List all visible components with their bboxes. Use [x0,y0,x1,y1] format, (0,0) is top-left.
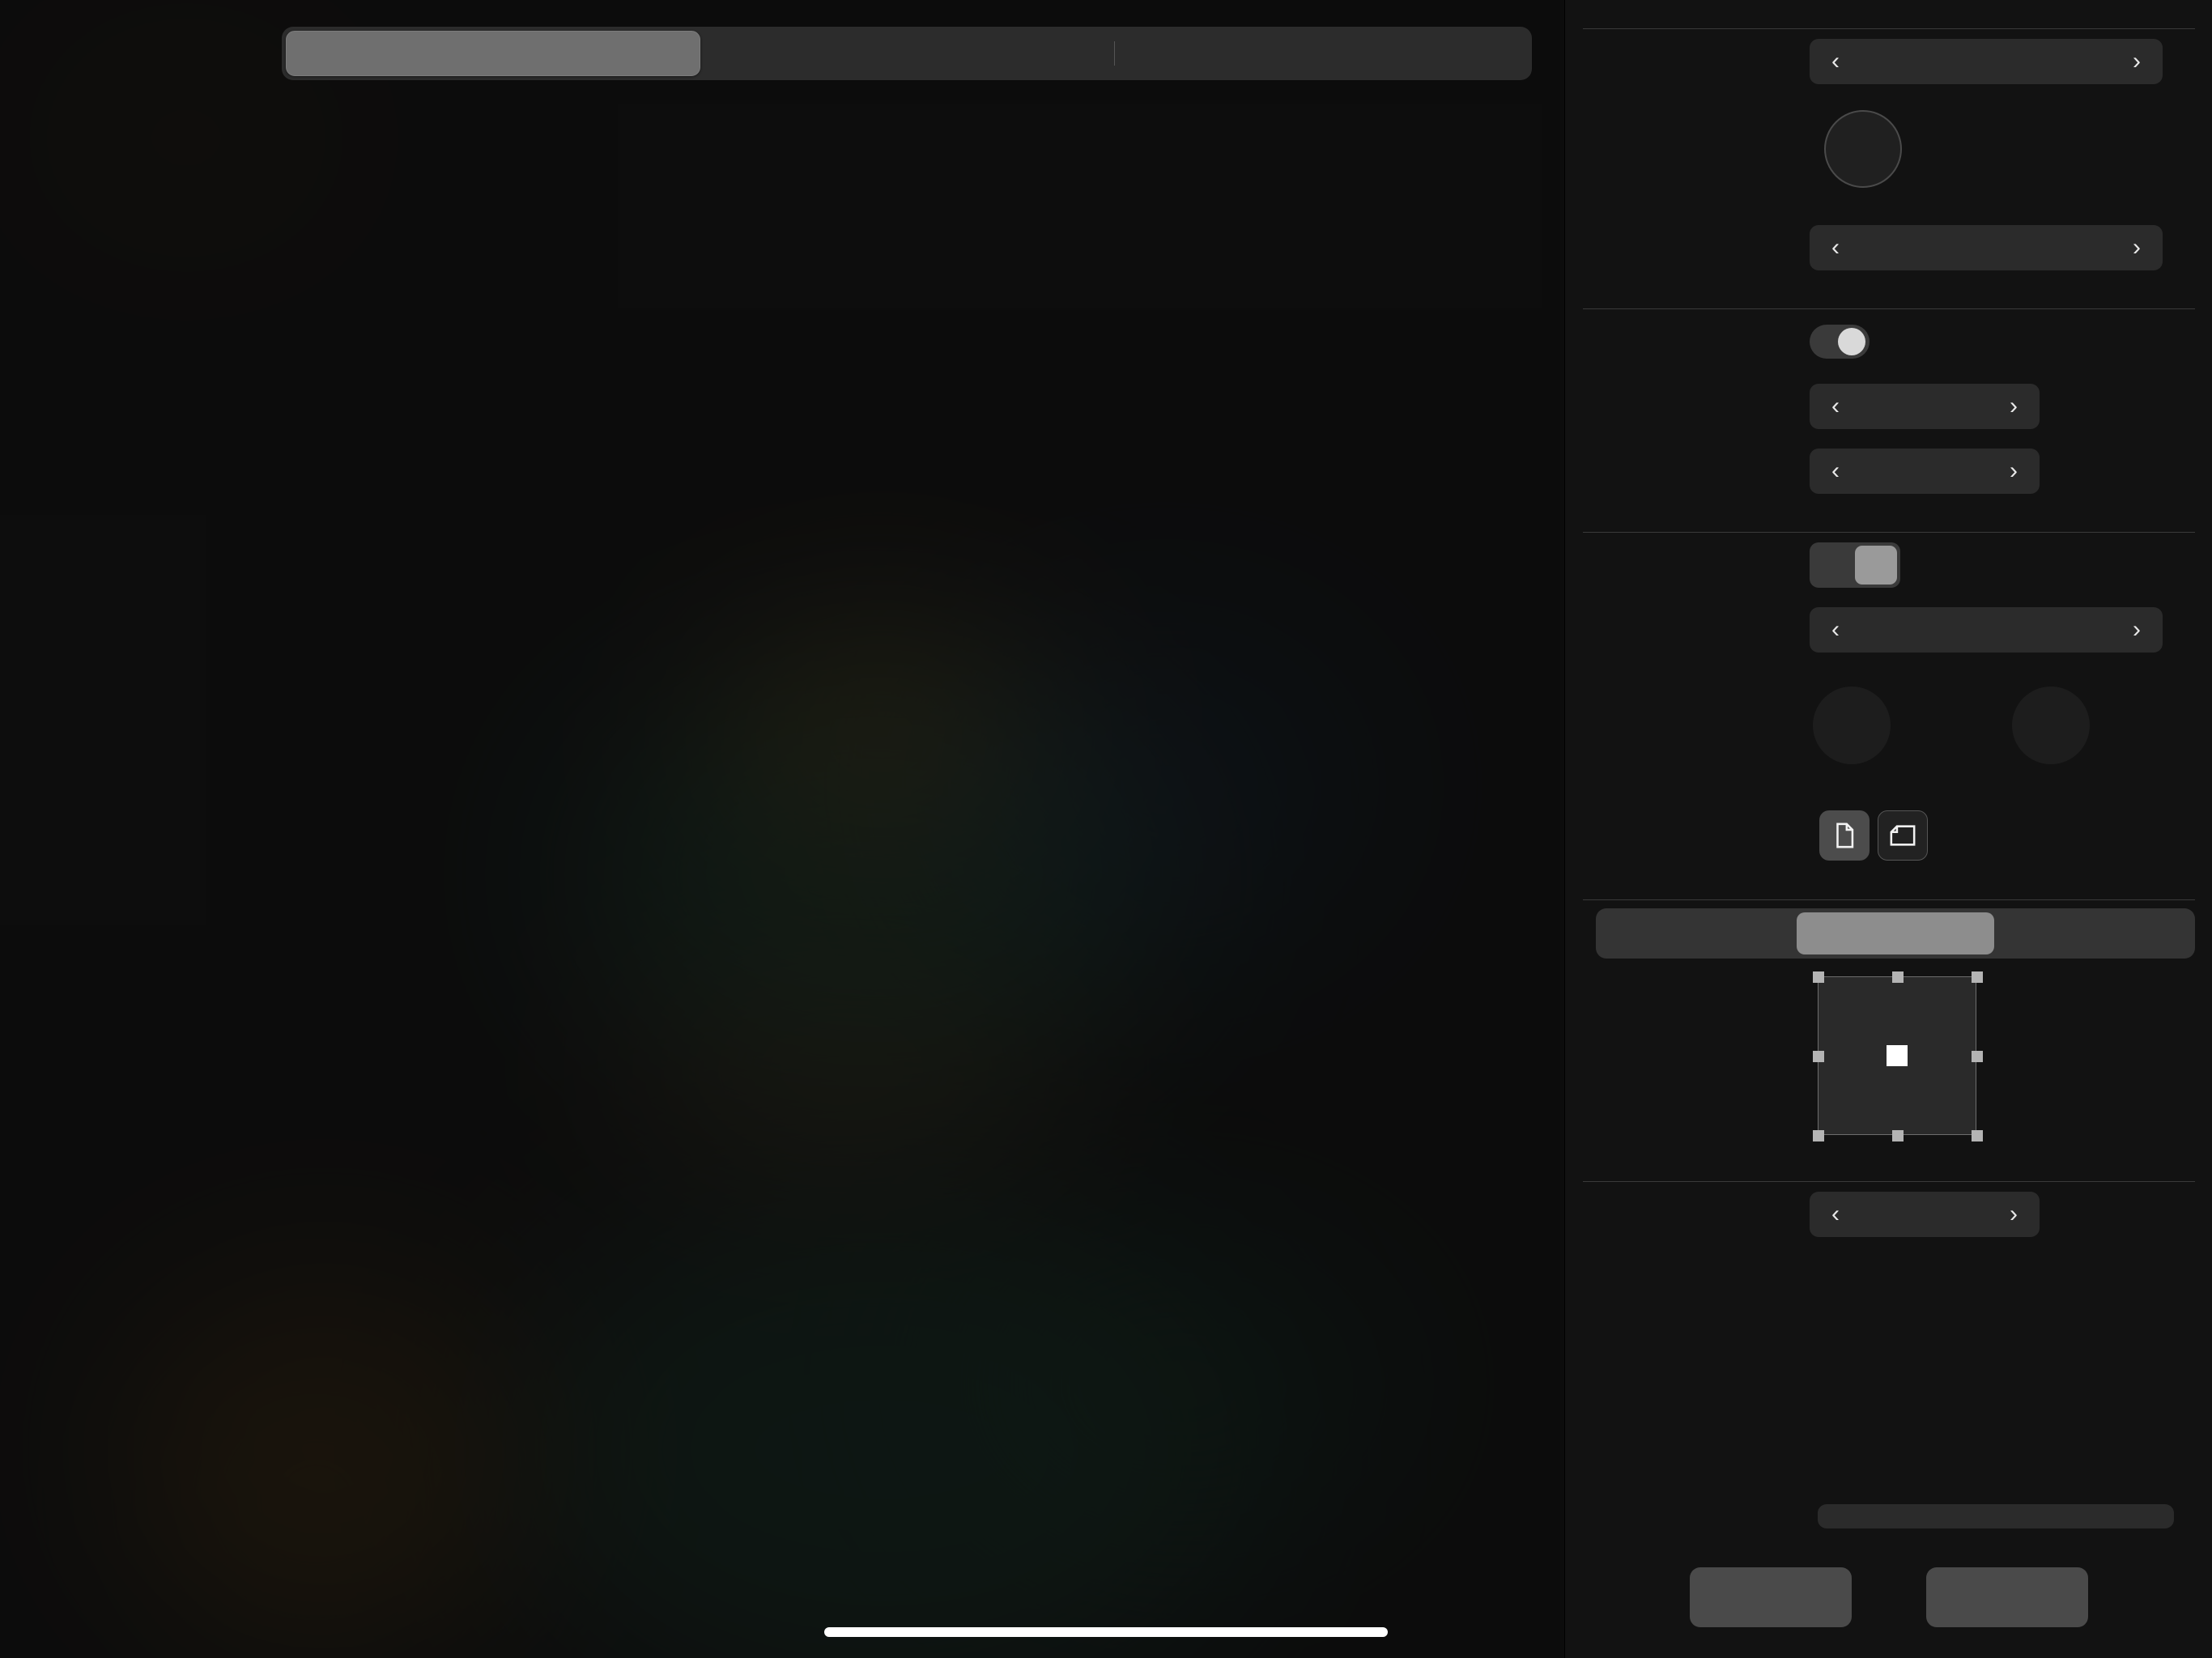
row-start-on: ‹ › [1565,439,2212,504]
anchor-handle-top-right[interactable] [1972,971,1983,983]
cancel-button[interactable] [1690,1567,1852,1627]
section-scaling-title [1575,892,2203,899]
color-format-stepper[interactable]: ‹ › [1810,1192,2040,1237]
section-rule [1583,899,2195,900]
dimensions-option-page[interactable] [1855,546,1897,585]
dialog-footer [1565,1537,2212,1658]
ok-button[interactable] [1926,1567,2088,1627]
chevron-left-icon[interactable]: ‹ [1818,49,1853,74]
section-model [1575,280,2203,309]
section-document [1575,0,2203,29]
anchor-handle-bottom-right[interactable] [1972,1130,1983,1141]
image-placement-stepper[interactable]: ‹ › [1810,225,2163,270]
arrange-stepper[interactable]: ‹ › [1810,384,2040,429]
scaling-anchor-to-spread[interactable] [1797,912,1994,954]
page-width-dial[interactable] [1813,687,1891,764]
scope-segmented-control[interactable] [282,27,1532,80]
row-orientation [1565,800,2212,871]
tab-selected-spreads[interactable] [1115,31,1528,76]
home-indicator [824,1627,1388,1637]
page-portrait-icon [1836,823,1854,848]
section-scaling [1575,871,2203,900]
set-properties-toolbar [0,0,1564,81]
page-landscape-icon [1890,825,1916,846]
row-document-units: ‹ › [1565,29,2212,94]
tab-whole-document[interactable] [286,31,701,76]
toggle-knob [1838,328,1865,355]
row-page-preset: ‹ › [1565,597,2212,662]
section-model-title [1575,301,2203,308]
row-anchor [1565,959,2212,1153]
chevron-right-icon[interactable]: › [1996,394,2031,419]
page-preset-stepper[interactable]: ‹ › [1810,607,2163,653]
facing-pages-toggle[interactable] [1810,325,1870,359]
anchor-picker[interactable] [1813,971,1983,1141]
page-height-dial[interactable] [2012,687,2090,764]
row-arrange: ‹ › [1565,374,2212,439]
chevron-left-icon[interactable]: ‹ [1818,1202,1853,1226]
chevron-left-icon[interactable]: ‹ [1818,394,1853,419]
anchor-handle-top-center[interactable] [1892,971,1904,983]
section-dimensions-title [1575,525,2203,532]
row-facing-pages [1565,309,2212,374]
chevron-right-icon[interactable]: › [2119,618,2155,642]
chevron-left-icon[interactable]: ‹ [1818,236,1853,260]
row-dpi [1565,94,2212,215]
scaling-mode-segmented[interactable] [1596,908,2195,959]
row-show-dimensions-of [1565,533,2212,597]
section-dimensions [1575,504,2203,533]
clipped-control-below [1818,1504,2174,1528]
row-image-placement: ‹ › [1565,215,2212,280]
dimensions-option-spread[interactable] [1813,546,1855,585]
dpi-dial[interactable] [1824,110,1902,188]
scaling-rescale[interactable] [1994,912,2191,954]
document-setup-panel: ‹ › ‹ › ‹ › ‹ › ‹ › ‹ › [1564,0,2212,1658]
chevron-right-icon[interactable]: › [1996,459,2031,483]
orientation-portrait-button[interactable] [1819,810,1870,861]
chevron-left-icon[interactable]: ‹ [1818,618,1853,642]
section-color-title [1575,1174,2203,1181]
anchor-handle-middle-left[interactable] [1813,1051,1824,1062]
anchor-handle-bottom-center[interactable] [1892,1130,1904,1141]
show-dimensions-segmented[interactable] [1810,542,1900,588]
anchor-handle-bottom-left[interactable] [1813,1130,1824,1141]
row-page-size-dials [1565,662,2212,800]
chevron-right-icon[interactable]: › [2119,49,2155,74]
section-color [1575,1153,2203,1182]
anchor-handle-middle-right[interactable] [1972,1051,1983,1062]
row-color-format: ‹ › [1565,1182,2212,1247]
pages-selection-pane [0,0,1564,1658]
chevron-right-icon[interactable]: › [1996,1202,2031,1226]
anchor-handle-center-selected[interactable] [1887,1045,1908,1066]
scaling-anchor-to-page[interactable] [1600,912,1797,954]
chevron-right-icon[interactable]: › [2119,236,2155,260]
start-on-stepper[interactable]: ‹ › [1810,449,2040,494]
chevron-left-icon[interactable]: ‹ [1818,459,1853,483]
tab-selected-masters[interactable] [700,31,1113,76]
document-units-stepper[interactable]: ‹ › [1810,39,2163,84]
section-document-title [1575,21,2203,28]
orientation-landscape-button[interactable] [1878,810,1928,861]
anchor-handle-top-left[interactable] [1813,971,1824,983]
